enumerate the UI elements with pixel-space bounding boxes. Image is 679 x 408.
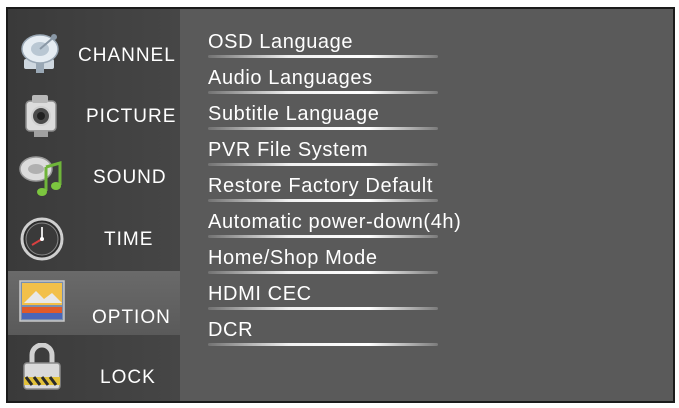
option-label: Subtitle Language <box>208 103 380 125</box>
option-label: Home/Shop Mode <box>208 247 378 269</box>
sidebar-item-label: CHANNEL <box>78 45 176 66</box>
option-underline <box>208 55 438 58</box>
option-label: HDMI CEC <box>208 283 312 305</box>
option-label: OSD Language <box>208 31 354 53</box>
option-underline <box>208 91 438 94</box>
option-underline <box>208 343 438 346</box>
satellite-dish-icon <box>21 34 59 73</box>
camera-icon <box>25 95 57 137</box>
padlock-icon <box>23 343 61 390</box>
option-audio-languages[interactable]: Audio Languages <box>208 63 628 99</box>
option-pvr-file-system[interactable]: PVR File System <box>208 135 628 171</box>
option-restore-factory-default[interactable]: Restore Factory Default <box>208 171 628 207</box>
sidebar-item-picture[interactable]: PICTURE <box>8 85 180 147</box>
sidebar-item-label: PICTURE <box>86 106 177 127</box>
sidebar-item-label: SOUND <box>93 167 167 188</box>
option-underline <box>208 199 438 202</box>
sidebar-item-lock[interactable]: LOCK <box>8 337 180 399</box>
sidebar-item-label: LOCK <box>100 367 156 388</box>
option-label: DCR <box>208 319 254 341</box>
image-icon <box>19 280 65 322</box>
clock-icon <box>20 217 64 261</box>
sidebar: CHANNEL PICTURE SOUND TIME OPTION LOCK <box>8 9 180 401</box>
option-hdmi-cec[interactable]: HDMI CEC <box>208 279 628 315</box>
sidebar-item-sound[interactable]: SOUND <box>8 147 180 209</box>
option-subtitle-language[interactable]: Subtitle Language <box>208 99 628 135</box>
option-osd-language[interactable]: OSD Language <box>208 27 628 63</box>
option-automatic-power-down[interactable]: Automatic power-down(4h) <box>208 207 628 243</box>
option-label: Restore Factory Default <box>208 175 433 197</box>
option-underline <box>208 127 438 130</box>
osd-menu-frame: CHANNEL PICTURE SOUND TIME OPTION LOCK O… <box>6 7 675 403</box>
sidebar-item-option[interactable]: OPTION <box>8 271 180 335</box>
option-underline <box>208 271 438 274</box>
music-note-icon <box>19 156 62 196</box>
option-label: PVR File System <box>208 139 369 161</box>
option-list-panel: OSD Language Audio Languages Subtitle La… <box>180 9 673 401</box>
sidebar-item-label: TIME <box>104 229 154 250</box>
option-dcr[interactable]: DCR <box>208 315 628 351</box>
option-underline <box>208 163 438 166</box>
option-home-shop-mode[interactable]: Home/Shop Mode <box>208 243 628 279</box>
sidebar-item-channel[interactable]: CHANNEL <box>8 23 180 85</box>
option-label: Audio Languages <box>208 67 373 89</box>
option-label: Automatic power-down(4h) <box>208 211 462 233</box>
option-underline <box>208 235 438 238</box>
sidebar-item-time[interactable]: TIME <box>8 209 180 271</box>
sidebar-item-label: OPTION <box>92 307 171 328</box>
option-underline <box>208 307 438 310</box>
